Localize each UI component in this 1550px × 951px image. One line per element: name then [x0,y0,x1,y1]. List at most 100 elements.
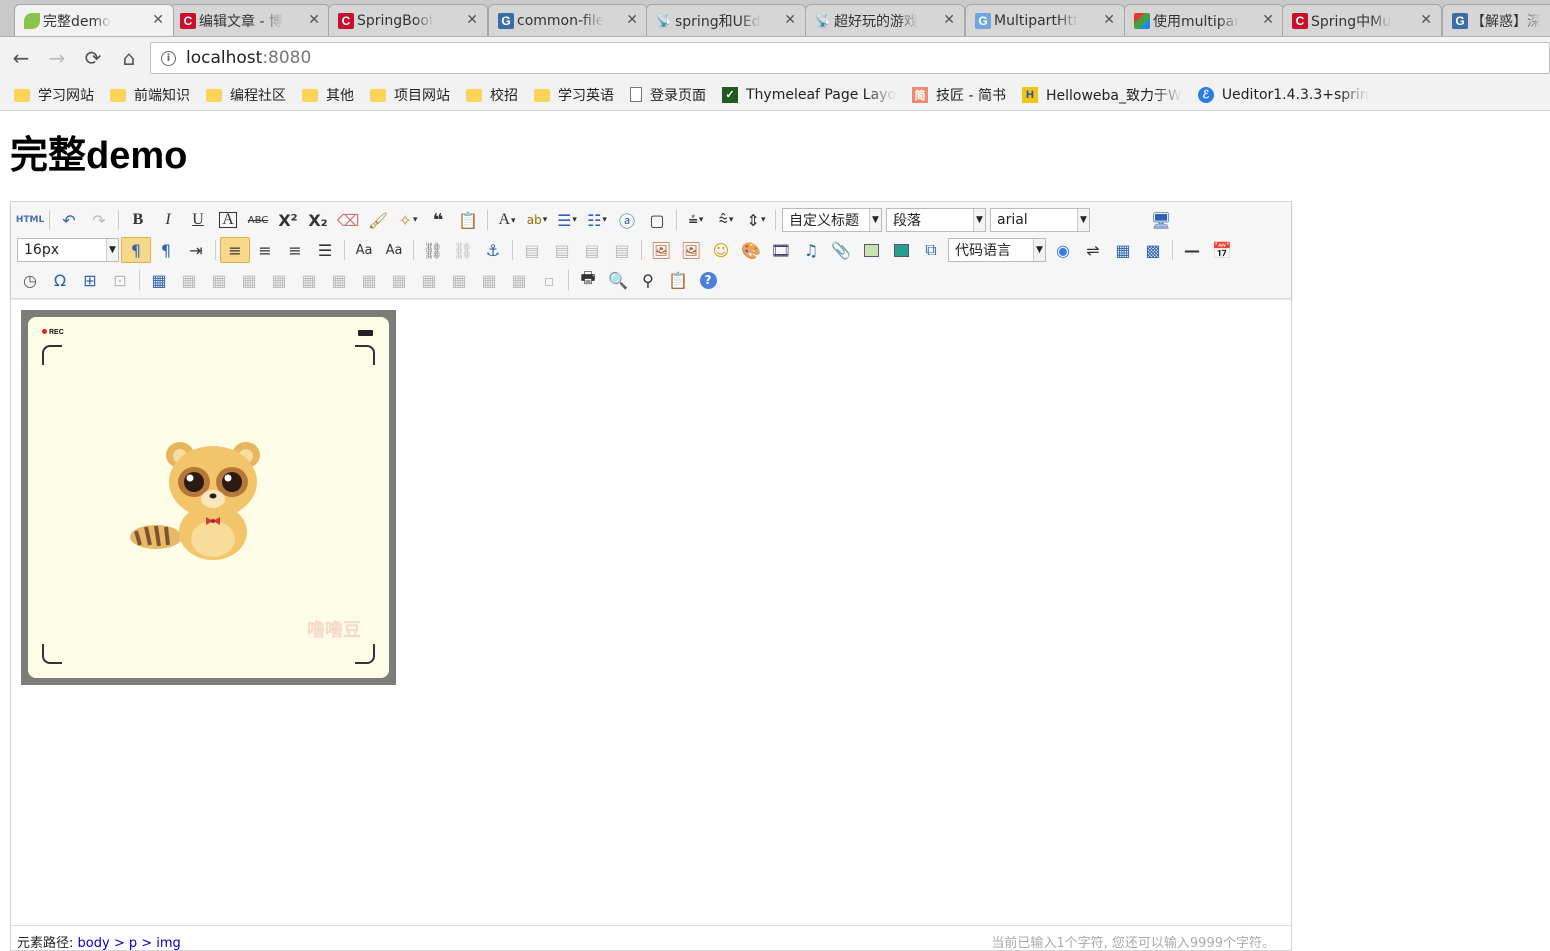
search-replace-icon[interactable]: ⚲ [633,267,663,293]
ltr-direction-icon[interactable]: ¶ [121,237,151,263]
pagebreak-icon[interactable]: ⇌ [1078,237,1108,263]
tab-spring-mu[interactable]: C Spring中Mu ✕ [1282,4,1442,36]
reload-icon[interactable]: ⟳ [78,43,108,73]
select-all-icon[interactable]: ⓐ [612,207,642,233]
bookmark-folder[interactable]: 学习英语 [534,85,614,105]
tab-game[interactable]: 📡 超好玩的游戏 ✕ [805,4,965,36]
time-icon[interactable]: ◷ [15,267,45,293]
snapscreen-icon[interactable]: ⊡ [105,267,135,293]
undo-icon[interactable]: ↶ [54,207,84,233]
lowercase-icon[interactable]: Aa [379,237,409,263]
tab-spring-ueditor[interactable]: 📡 spring和UEd ✕ [646,4,806,36]
background-icon[interactable]: ▩ [1138,237,1168,263]
merge-cells-icon[interactable]: ▦ [354,267,384,293]
bookmark-folder[interactable]: 前端知识 [110,85,190,105]
align-justify-icon[interactable]: ☰ [310,237,340,263]
tab-jiehuo[interactable]: G 【解惑】深 [1442,4,1550,36]
align-center-icon[interactable]: ≡ [250,237,280,263]
row-spacing-bottom-icon[interactable]: ⩯ [711,207,741,233]
html-source-icon[interactable]: HTML [15,207,45,233]
delete-table-icon[interactable]: ▦ [174,267,204,293]
clear-doc-icon[interactable]: ▢ [642,207,672,233]
strikethrough-icon[interactable]: ABC [243,207,273,233]
paragraph-select[interactable]: 段落 ▼ [886,208,986,232]
italic-icon[interactable]: I [153,207,183,233]
map-icon[interactable] [856,237,886,263]
row-spacing-top-icon[interactable]: ⩮ [681,207,711,233]
close-icon[interactable]: ✕ [308,12,320,28]
insert-row-icon[interactable]: ▦ [234,267,264,293]
chart-icon[interactable]: ▫ [534,267,564,293]
split-rows-icon[interactable]: ▦ [474,267,504,293]
superscript-icon[interactable]: X² [273,207,303,233]
music-icon[interactable]: ♫ [796,237,826,263]
horizontal-rule-icon[interactable]: — [1177,237,1207,263]
attachment-icon[interactable]: 📎 [826,237,856,263]
image-right-icon[interactable]: ▤ [577,237,607,263]
insert-frame-icon[interactable]: ⧉ [916,237,946,263]
align-left-icon[interactable]: ≡ [220,237,250,263]
home-icon[interactable]: ⌂ [114,43,144,73]
close-icon[interactable]: ✕ [1262,12,1274,28]
close-icon[interactable]: ✕ [1420,12,1432,28]
eraser-icon[interactable]: ⌫ [333,207,363,233]
merge-down-icon[interactable]: ▦ [414,267,444,293]
tab-wanzheng-demo[interactable]: 完整demo ✕ [14,4,174,36]
link-icon[interactable]: ⛓ [418,237,448,263]
font-family-select[interactable]: arial ▼ [990,208,1090,232]
redo-icon[interactable]: ↷ [84,207,114,233]
tab-bianji-wenzhang[interactable]: C 编辑文章 - 博 ✕ [170,4,330,36]
drafts-icon[interactable]: 📋 [663,267,693,293]
editor-content-area[interactable]: REC 噜噜豆 [11,300,1291,925]
uppercase-icon[interactable]: Aa [349,237,379,263]
insert-video-icon[interactable]: 🎞 [766,237,796,263]
tab-multiparthttp[interactable]: G MultipartHtt ✕ [965,4,1125,36]
font-color-icon[interactable]: A [492,207,522,233]
emotion-icon[interactable]: ☺ [706,237,736,263]
insert-paragraph-before-table-icon[interactable]: ▦ [204,267,234,293]
bookmark-folder[interactable]: 校招 [466,85,518,105]
simple-upload-icon[interactable]: 🖼 [646,237,676,263]
subscript-icon[interactable]: X₂ [303,207,333,233]
highlight-color-icon[interactable]: ab [522,207,552,233]
bookmark-folder[interactable]: 其他 [302,85,354,105]
auto-typeset-icon[interactable]: ✧ [393,207,423,233]
web-app-icon[interactable]: ◉ [1048,237,1078,263]
tab-springboot[interactable]: C SpringBoot ✕ [328,4,488,36]
blockquote-icon[interactable]: ❝ [423,207,453,233]
image-center-icon[interactable]: ▤ [607,237,637,263]
font-border-icon[interactable]: A [213,207,243,233]
inserted-image[interactable]: REC 噜噜豆 [21,310,396,685]
bookmark-link[interactable]: H Helloweba_致力于W [1021,85,1182,105]
close-icon[interactable]: ✕ [784,12,796,28]
back-arrow-icon[interactable]: ← [6,43,36,73]
format-brush-icon[interactable]: 🖌 [363,207,393,233]
bookmark-folder[interactable]: 学习网站 [14,85,94,105]
paste-plain-icon[interactable]: 📋 [453,207,483,233]
insert-col-icon[interactable]: ▦ [294,267,324,293]
fullscreen-icon[interactable]: 🖥 [1146,207,1176,233]
close-icon[interactable]: ✕ [943,12,955,28]
wordimage-icon[interactable]: ⊞ [75,267,105,293]
print-icon[interactable]: 🖶 [573,267,603,293]
unordered-list-icon[interactable]: ☷ [582,207,612,233]
close-icon[interactable]: ✕ [626,12,638,28]
bookmark-folder[interactable]: 项目网站 [370,85,450,105]
underline-icon[interactable]: U [183,207,213,233]
close-icon[interactable]: ✕ [152,12,164,28]
delete-col-icon[interactable]: ▦ [324,267,354,293]
align-right-icon[interactable]: ≡ [280,237,310,263]
gmap-icon[interactable] [886,237,916,263]
tab-common-file[interactable]: G common-file ✕ [488,4,648,36]
delete-row-icon[interactable]: ▦ [264,267,294,293]
image-none-icon[interactable]: ▤ [517,237,547,263]
help-icon[interactable]: ? [693,267,723,293]
anchor-icon[interactable]: ⚓ [478,237,508,263]
bookmark-link[interactable]: 登录页面 [630,85,706,105]
bookmark-link[interactable]: ✓ Thymeleaf Page Layo [722,86,896,103]
info-icon[interactable]: i [161,50,176,66]
preview-icon[interactable]: 🔍 [603,267,633,293]
split-cols-icon[interactable]: ▦ [504,267,534,293]
custom-heading-select[interactable]: 自定义标题 ▼ [782,208,882,232]
close-icon[interactable]: ✕ [466,12,478,28]
